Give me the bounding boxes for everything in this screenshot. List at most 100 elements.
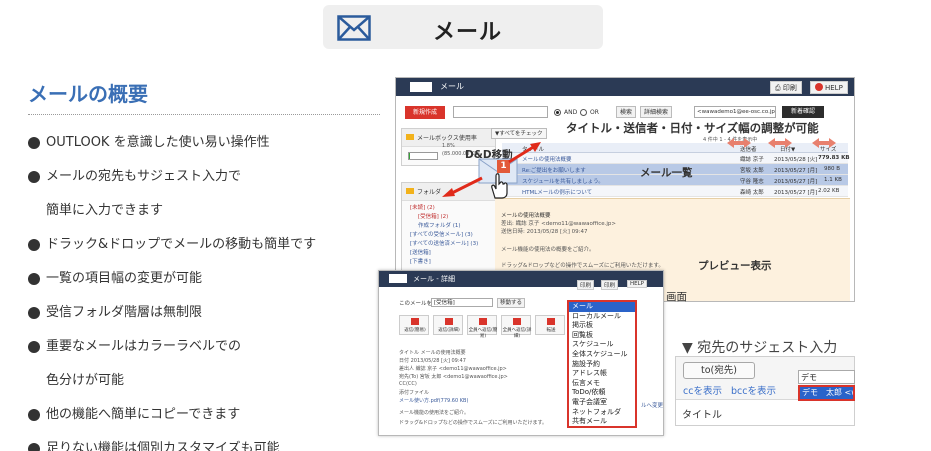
title-field[interactable]: タイトル bbox=[676, 399, 854, 425]
dropdown-option[interactable]: 電子会議室 bbox=[569, 398, 635, 408]
folder-tree-item[interactable]: [下書き] bbox=[402, 258, 495, 267]
capacity-bar bbox=[408, 152, 438, 160]
mail-list-header: タイトル 送信者 日付▼ サイズ bbox=[502, 143, 848, 153]
address-suggestion[interactable]: デモ 太郎 <wawademo1 bbox=[798, 385, 855, 401]
folder-tree-item[interactable]: [すべての送信済メール] (3) bbox=[402, 240, 495, 249]
search-input[interactable] bbox=[453, 106, 548, 118]
folder-tree-item[interactable]: [受信箱] (2) bbox=[402, 213, 495, 222]
address-input[interactable]: デモ bbox=[798, 370, 855, 384]
or-radio[interactable] bbox=[580, 109, 587, 116]
help-button[interactable]: HELP bbox=[627, 280, 647, 288]
help-icon bbox=[815, 83, 823, 91]
print-button[interactable]: 印刷 bbox=[601, 280, 619, 290]
dropdown-option[interactable]: メール bbox=[569, 302, 635, 312]
feature-text: 重要なメールはカラーラベルでの bbox=[46, 339, 242, 354]
folder-tree-item[interactable]: [すべての受信メール] (3) bbox=[402, 231, 495, 240]
feature-text: 一覧の項目幅の変更が可能 bbox=[46, 271, 203, 286]
reply-all-simple-button[interactable]: 全員へ返信(簡易) bbox=[467, 315, 497, 339]
mail-list-annotation: メール一覧 bbox=[640, 167, 693, 179]
mail-size: 1.1 KB bbox=[824, 177, 842, 183]
dropdown-option[interactable]: ネットフォルダ bbox=[569, 408, 635, 418]
mail-date: 2013/05/27 [月] bbox=[774, 190, 818, 196]
bullet-icon bbox=[28, 443, 40, 451]
preview-from: 差出: 織誌 京子 <demo11@wawaoffice.jp> bbox=[501, 221, 617, 227]
dropdown-option[interactable]: アドレス帳 bbox=[569, 369, 635, 379]
dropdown-option[interactable]: スケジュール bbox=[569, 340, 635, 350]
folder-icon bbox=[406, 134, 414, 140]
account-select[interactable]: <wawademo1@ee-osc.co.jp> bbox=[694, 106, 776, 118]
reply-simple-button[interactable]: 返信(簡易) bbox=[399, 315, 429, 335]
show-cc-link[interactable]: ccを表示 bbox=[683, 383, 722, 397]
overview-title: メールの概要 bbox=[28, 82, 148, 106]
address-suggest-heading: ▼ 宛先のサジェスト入力 bbox=[682, 340, 838, 356]
mail-row[interactable]: メールの使用法概要 織誌 京子 2013/05/28 [火] 779.83 KB bbox=[502, 153, 850, 164]
feature-list: OUTLOOK を意識した使い易い操作性 メールの宛先もサジェスト入力で 簡単に入… bbox=[28, 126, 388, 451]
print-button[interactable]: 印刷 bbox=[577, 280, 595, 290]
feature-text: 色分けが可能 bbox=[46, 373, 125, 388]
reply-icon bbox=[411, 318, 419, 325]
print-button[interactable]: ⎙ 印刷 bbox=[770, 81, 802, 94]
dropdown-option[interactable]: 施設予約 bbox=[569, 360, 635, 370]
dropdown-option[interactable]: ToDo/依頼 bbox=[569, 388, 635, 398]
and-radio[interactable] bbox=[554, 109, 561, 116]
select-all-button[interactable]: ▼すべてをチェック bbox=[491, 128, 547, 139]
folder-label: フォルダ bbox=[417, 189, 442, 196]
button-label: 全員へ返信(簡易) bbox=[468, 328, 498, 339]
folder-tree-item[interactable]: [送信箱] bbox=[402, 249, 495, 258]
body-text: メール機能の使用法をご紹介。 bbox=[399, 410, 470, 416]
mail-sender: 織誌 京子 bbox=[740, 157, 764, 163]
dropdown-option[interactable]: 全体スケジュール bbox=[569, 350, 635, 360]
mail-date: 2013/05/27 [月] bbox=[774, 168, 818, 174]
copy-link[interactable]: ルへ変更 bbox=[641, 401, 663, 409]
attachment-link[interactable]: メール使い方.pdf(779.60 KB) bbox=[399, 397, 468, 405]
bullet-icon bbox=[28, 409, 40, 421]
preview-subject: メールの使用法概要 bbox=[501, 213, 551, 219]
feature-text: メールの宛先もサジェスト入力で bbox=[46, 169, 242, 184]
folder-tree-item[interactable]: [未読] (2) bbox=[402, 204, 495, 213]
check-new-button[interactable]: 新着確認 bbox=[782, 106, 824, 118]
move-folder-select[interactable]: [受信箱] bbox=[431, 298, 493, 307]
show-bcc-link[interactable]: bccを表示 bbox=[731, 383, 776, 397]
feature-text: OUTLOOK を意識した使い易い操作性 bbox=[46, 135, 270, 150]
feature-item: 重要なメールはカラーラベルでの 色分けが可能 bbox=[28, 330, 388, 398]
dropdown-option[interactable]: 伝言メモ bbox=[569, 379, 635, 389]
reply-detail-button[interactable]: 返信(詳細) bbox=[433, 315, 463, 335]
app-logo bbox=[410, 82, 432, 92]
to-button[interactable]: to(宛先) bbox=[683, 362, 755, 379]
feature-text: ドラック&ドロップでメールの移動も簡単です bbox=[46, 237, 317, 252]
body-text: ドラッグ&ドロップなどの操作でスムーズにご利用いただけます。 bbox=[399, 420, 548, 426]
help-label: HELP bbox=[825, 84, 843, 92]
help-button[interactable]: HELP bbox=[810, 81, 848, 94]
app-title: メール - 詳細 bbox=[413, 275, 455, 283]
copy-target-dropdown[interactable]: メール ローカルメール 掲示板 回覧板 スケジュール 全体スケジュール 施設予約… bbox=[567, 300, 637, 428]
reply-icon bbox=[445, 318, 453, 325]
new-mail-button[interactable]: 新規作成 bbox=[405, 106, 445, 119]
print-label: 印刷 bbox=[782, 84, 797, 92]
drag-arrow-icon bbox=[442, 176, 483, 197]
dropdown-option[interactable]: 掲示板 bbox=[569, 321, 635, 331]
search-button[interactable]: 検索 bbox=[616, 106, 637, 118]
reply-all-icon bbox=[513, 318, 521, 325]
field-row: 差出人 織誌 京子 <demo11@wawaoffice.jp> bbox=[399, 366, 507, 372]
app-logo bbox=[389, 274, 407, 283]
reply-all-detail-button[interactable]: 全員へ返信(詳細) bbox=[501, 315, 531, 339]
app-bar: メール ⎙ 印刷 HELP bbox=[396, 78, 854, 96]
move-button[interactable]: 移動する bbox=[497, 298, 526, 308]
folder-tree-item[interactable]: 作成フォルダ (1) bbox=[402, 222, 495, 231]
preview-annotation: プレビュー表示 bbox=[698, 260, 772, 272]
dropdown-option[interactable]: 共有メール bbox=[569, 417, 635, 427]
feature-text: 足りない機能は個別カスタマイズも可能 bbox=[46, 441, 280, 451]
forward-button[interactable]: 転送 bbox=[535, 315, 565, 335]
folder-tree: [未読] (2) [受信箱] (2) 作成フォルダ (1) [すべての受信メール… bbox=[402, 201, 495, 267]
feature-item: 足りない機能は個別カスタマイズも可能 bbox=[28, 432, 388, 451]
bullet-icon bbox=[28, 307, 40, 319]
detail-search-button[interactable]: 詳細検索 bbox=[640, 106, 673, 118]
and-label: AND bbox=[564, 109, 578, 116]
dropdown-option[interactable]: 回覧板 bbox=[569, 331, 635, 341]
feature-item: 他の機能へ簡単にコピーできます bbox=[28, 398, 388, 432]
app-bar: メール - 詳細 bbox=[379, 271, 663, 287]
mail-date: 2013/05/28 [火] bbox=[774, 157, 818, 163]
mail-row[interactable]: HTMLメールの例示について 森崎 太郎 2013/05/27 [月] 2.02… bbox=[502, 186, 848, 197]
dropdown-option[interactable]: ローカルメール bbox=[569, 312, 635, 322]
bullet-icon bbox=[28, 273, 40, 285]
